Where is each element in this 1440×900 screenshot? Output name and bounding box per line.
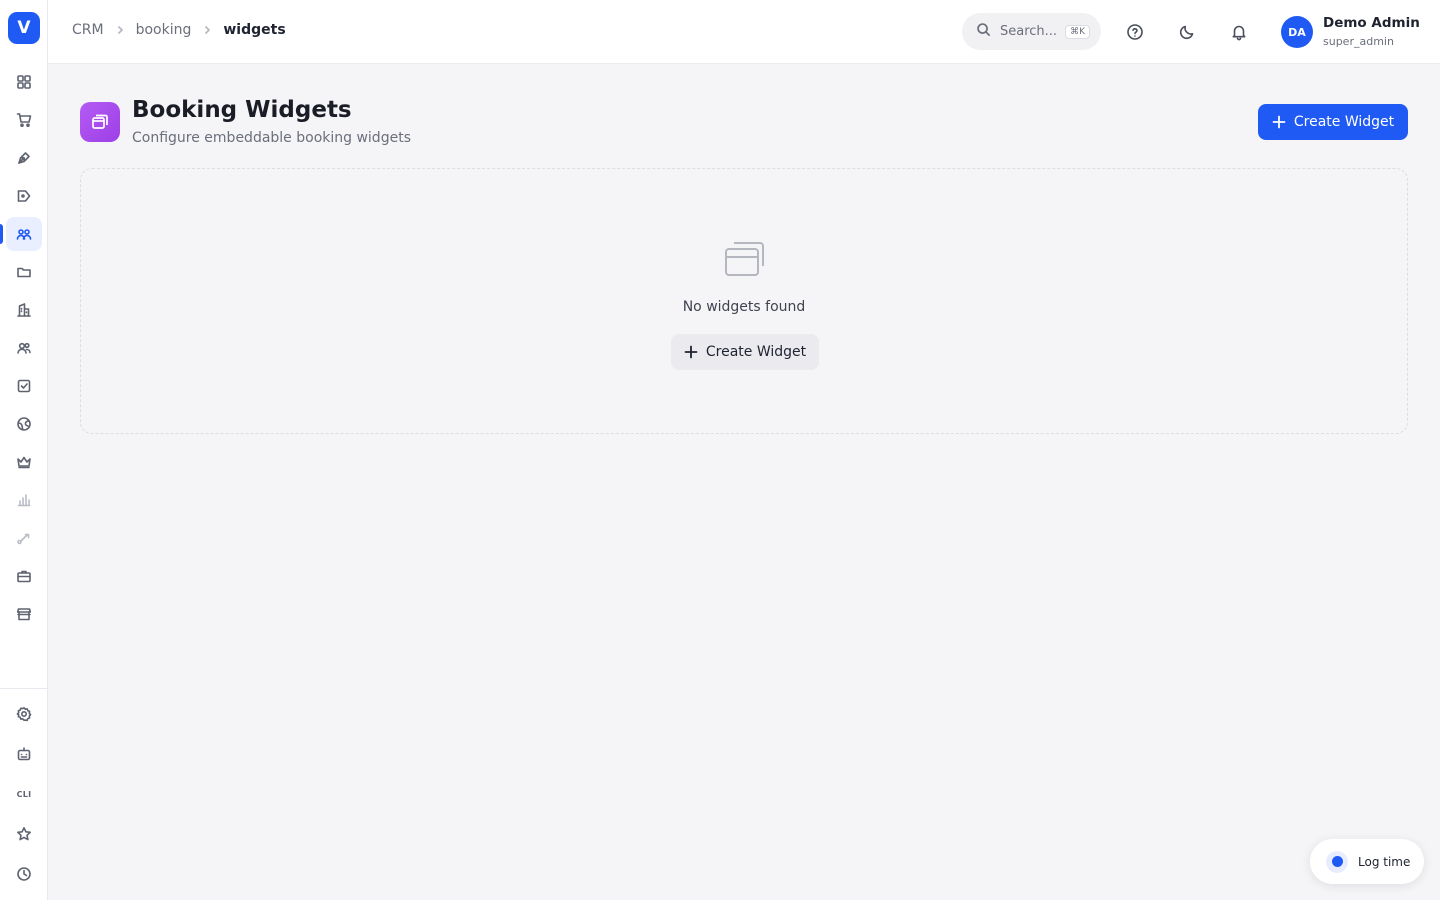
help-icon[interactable] [1123,20,1147,44]
chevron-right-icon [113,23,127,37]
route-icon[interactable] [6,521,42,555]
folder-icon[interactable] [6,255,42,289]
empty-create-widget-button[interactable]: Create Widget [671,334,819,370]
cart-icon[interactable] [6,103,42,137]
bar-chart-icon[interactable] [6,483,42,517]
contacts-icon[interactable] [6,331,42,365]
settings-icon[interactable] [6,697,42,731]
star-icon[interactable] [6,817,42,851]
widgets-empty-icon [724,239,766,277]
create-widget-label: Create Widget [1293,114,1395,130]
empty-state-message: No widgets found [682,299,806,315]
breadcrumb-widgets: widgets [223,22,286,38]
moon-icon[interactable] [1175,20,1199,44]
user-name[interactable]: Demo Admin [1323,15,1420,31]
plus-icon [1272,115,1286,129]
search-shortcut-badge: ⌘K [1065,24,1090,39]
crown-icon[interactable] [6,445,42,479]
chevron-right-icon [200,23,214,37]
plus-icon [684,345,698,359]
timer-icon [1326,850,1348,873]
log-time-button[interactable]: Log time [1310,839,1424,884]
checkbox-icon[interactable] [6,369,42,403]
log-time-label: Log time [1358,854,1411,869]
active-nav-indicator [0,224,3,244]
create-widget-button[interactable]: Create Widget [1258,104,1408,140]
sidebar-divider [0,688,48,689]
app-logo[interactable]: V [8,12,40,44]
megaphone-icon[interactable] [6,179,42,213]
cli-label: CLI [16,789,32,799]
briefcase-icon[interactable] [6,559,42,593]
pen-tool-icon[interactable] [6,141,42,175]
user-role: super_admin [1323,35,1394,48]
store-icon[interactable] [6,597,42,631]
empty-create-widget-label: Create Widget [705,344,807,360]
search-input[interactable]: Search... ⌘K [962,13,1101,50]
page-title: Booking Widgets [132,97,352,123]
globe-icon[interactable] [6,407,42,441]
breadcrumb-booking[interactable]: booking [136,22,192,38]
search-placeholder: Search... [1000,24,1058,39]
dashboard-icon[interactable] [6,65,42,99]
widgets-page-icon [80,102,120,142]
breadcrumb-crm[interactable]: CRM [72,22,104,38]
users-icon[interactable] [6,217,42,251]
breadcrumb: CRM booking widgets [72,22,286,38]
robot-icon[interactable] [6,737,42,771]
page-subtitle: Configure embeddable booking widgets [132,130,411,146]
building-icon[interactable] [6,293,42,327]
cli-icon[interactable]: CLI [6,777,42,811]
empty-state-card: No widgets found Create Widget [80,168,1408,434]
avatar[interactable]: DA [1281,16,1313,48]
search-icon [976,22,991,41]
bell-icon[interactable] [1227,20,1251,44]
top-header: CRM booking widgets Search... ⌘K DA Demo… [48,0,1440,64]
clock-icon[interactable] [6,857,42,891]
sidebar: V CLI [0,0,48,900]
